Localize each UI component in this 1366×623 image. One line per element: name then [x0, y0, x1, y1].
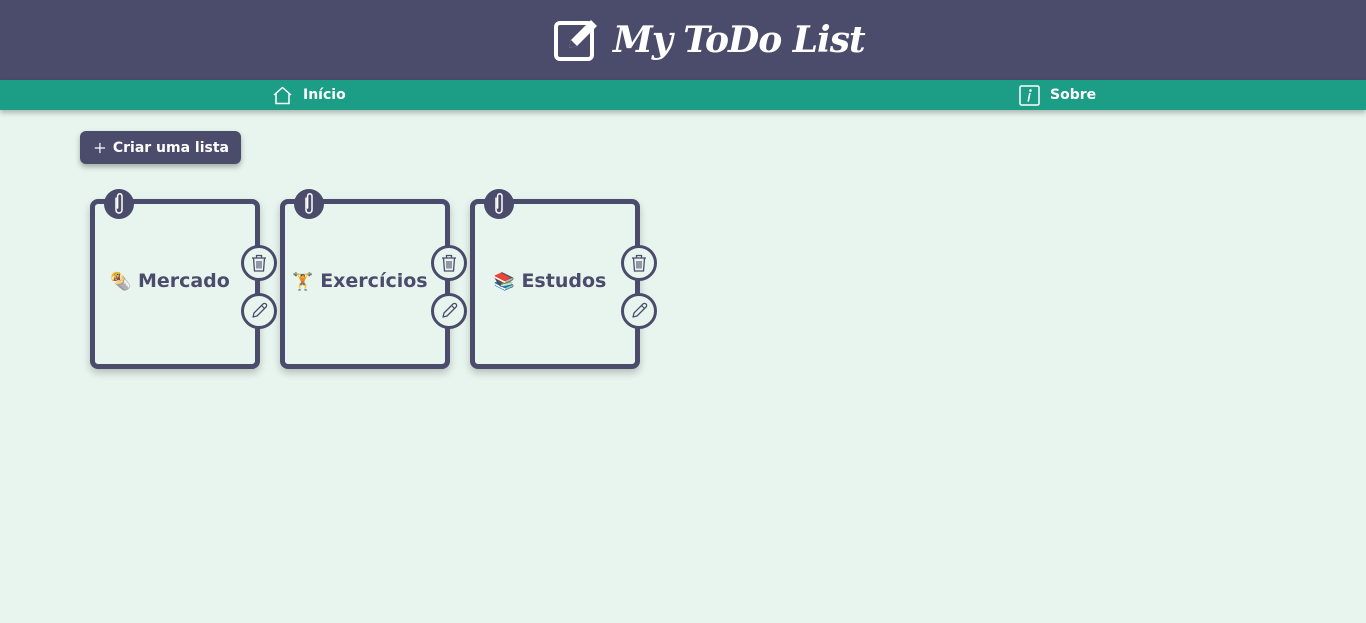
list-emoji: 🏋 — [292, 272, 314, 292]
house-icon — [273, 86, 292, 104]
pencil-icon — [252, 302, 268, 318]
plus-icon — [94, 142, 106, 153]
trash-icon — [632, 254, 646, 272]
create-list-button[interactable]: Criar uma lista — [80, 131, 241, 164]
nav-about-link[interactable]: Sobre — [1019, 80, 1096, 110]
trash-icon — [442, 254, 456, 272]
paperclip-icon — [104, 189, 134, 219]
list-card[interactable]: 🏋 Exercícios — [280, 189, 467, 369]
list-emoji: 📚 — [493, 272, 515, 292]
list-card-title: 📚 Estudos — [475, 270, 625, 292]
app-title-wrap: My ToDo List — [553, 15, 866, 65]
list-card[interactable]: 🌯 Mercado — [90, 189, 277, 369]
nav-bar: Início Sobre — [0, 80, 1366, 110]
app-header: My ToDo List — [0, 0, 1366, 80]
list-emoji: 🌯 — [110, 272, 132, 292]
create-list-label: Criar uma lista — [112, 139, 229, 156]
pencil-icon — [442, 302, 458, 318]
paperclip-icon — [484, 189, 514, 219]
list-name: Mercado — [137, 270, 230, 292]
paperclip-icon — [294, 189, 324, 219]
pencil-icon — [632, 302, 648, 318]
list-card-title: 🌯 Mercado — [95, 270, 245, 292]
trash-icon — [252, 254, 266, 272]
app-title: My ToDo List — [613, 19, 866, 61]
list-card-title: 🏋 Exercícios — [285, 270, 435, 292]
edit-square-icon — [554, 20, 597, 61]
nav-home-label: Início — [303, 87, 346, 103]
list-name: Exercícios — [320, 270, 428, 292]
delete-list-button[interactable] — [431, 245, 467, 281]
delete-list-button[interactable] — [241, 245, 277, 281]
delete-list-button[interactable] — [621, 245, 657, 281]
edit-list-button[interactable] — [621, 293, 657, 329]
edit-list-button[interactable] — [241, 293, 277, 329]
list-name: Estudos — [521, 270, 607, 292]
list-card[interactable]: 📚 Estudos — [470, 189, 657, 369]
info-icon — [1019, 84, 1040, 106]
nav-about-label: Sobre — [1050, 87, 1097, 103]
edit-list-button[interactable] — [431, 293, 467, 329]
nav-home-link[interactable]: Início — [272, 80, 346, 110]
